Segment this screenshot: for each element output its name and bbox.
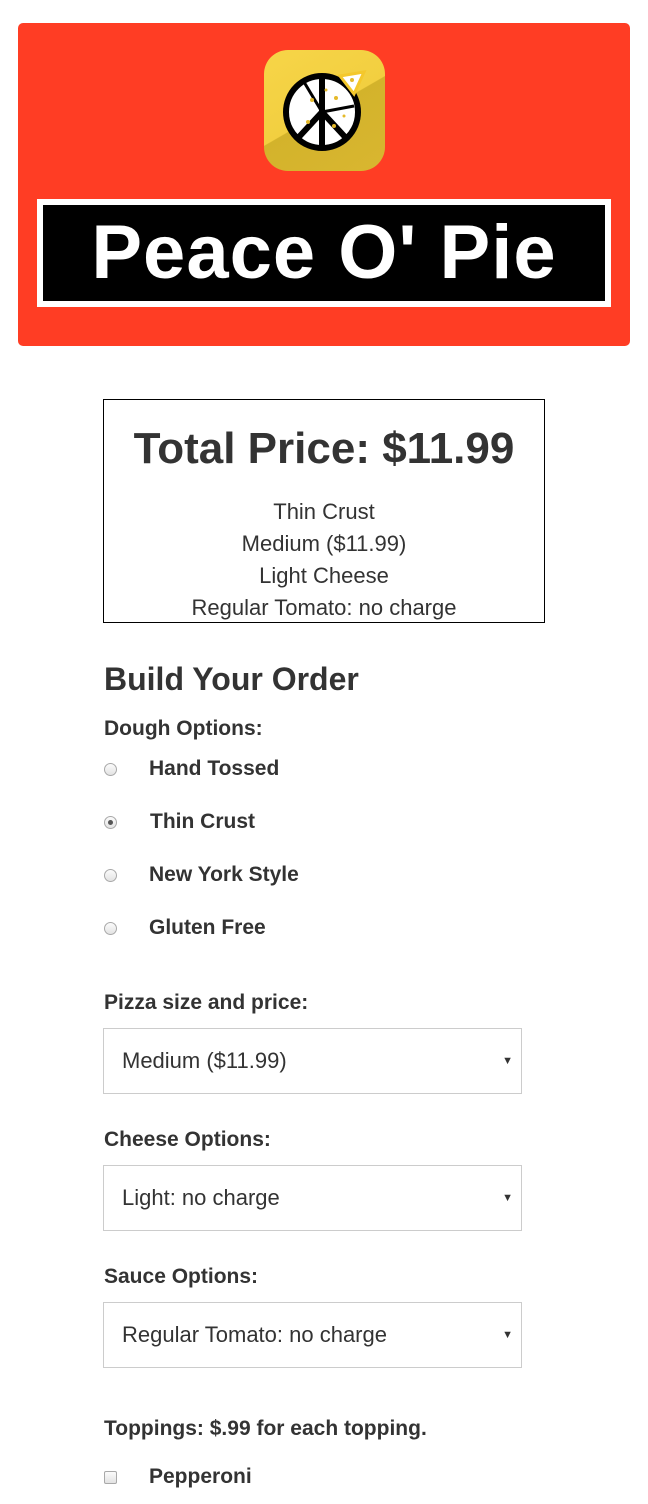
- total-price: Total Price: $11.99: [133, 424, 515, 473]
- radio-button[interactable]: [104, 921, 117, 935]
- pizza-size-label: Pizza size and price:: [104, 991, 309, 1014]
- caret-down-icon: ▼: [502, 1055, 513, 1067]
- radio-button[interactable]: [104, 868, 117, 882]
- brand-title-plate: Peace O' Pie: [37, 199, 611, 307]
- radio-label[interactable]: Hand Tossed: [149, 757, 279, 781]
- dough-option-hand-tossed[interactable]: Hand Tossed: [104, 755, 279, 783]
- radio-button-selected[interactable]: [104, 815, 117, 829]
- caret-down-icon: ▼: [502, 1192, 513, 1204]
- checkbox[interactable]: [104, 1470, 117, 1484]
- radio-button[interactable]: [104, 762, 117, 776]
- header-banner: Peace O' Pie: [18, 23, 630, 346]
- pizza-size-select[interactable]: Medium ($11.99) ▼: [103, 1028, 522, 1094]
- topping-pepperoni[interactable]: Pepperoni: [104, 1463, 252, 1491]
- radio-label[interactable]: Thin Crust: [150, 810, 255, 834]
- dough-option-new-york-style[interactable]: New York Style: [104, 861, 299, 889]
- dough-option-gluten-free[interactable]: Gluten Free: [104, 914, 266, 942]
- sauce-select[interactable]: Regular Tomato: no charge ▼: [103, 1302, 522, 1368]
- radio-label[interactable]: New York Style: [149, 863, 299, 887]
- select-value: Medium ($11.99): [122, 1048, 287, 1073]
- radio-label[interactable]: Gluten Free: [149, 916, 266, 940]
- cheese-select[interactable]: Light: no charge ▼: [103, 1165, 522, 1231]
- caret-down-icon: ▼: [502, 1329, 513, 1341]
- sauce-options-label: Sauce Options:: [104, 1265, 259, 1288]
- dough-options-label: Dough Options:: [104, 717, 263, 740]
- summary-cheese: Light Cheese: [259, 563, 389, 588]
- select-value: Light: no charge: [122, 1185, 280, 1210]
- peace-pizza-icon: [264, 50, 385, 171]
- summary-size: Medium ($11.99): [241, 531, 407, 556]
- order-summary: Total Price: $11.99 Thin Crust Medium ($…: [103, 399, 545, 623]
- toppings-label: Toppings: $.99 for each topping.: [104, 1417, 427, 1440]
- summary-dough: Thin Crust: [273, 499, 375, 524]
- dough-option-thin-crust[interactable]: Thin Crust: [104, 808, 255, 836]
- checkbox-label[interactable]: Pepperoni: [149, 1465, 252, 1489]
- build-order-heading: Build Your Order: [104, 661, 359, 697]
- summary-sauce: Regular Tomato: no charge: [191, 595, 457, 620]
- brand-title: Peace O' Pie: [91, 210, 557, 295]
- select-value: Regular Tomato: no charge: [122, 1322, 387, 1347]
- cheese-options-label: Cheese Options:: [104, 1128, 271, 1151]
